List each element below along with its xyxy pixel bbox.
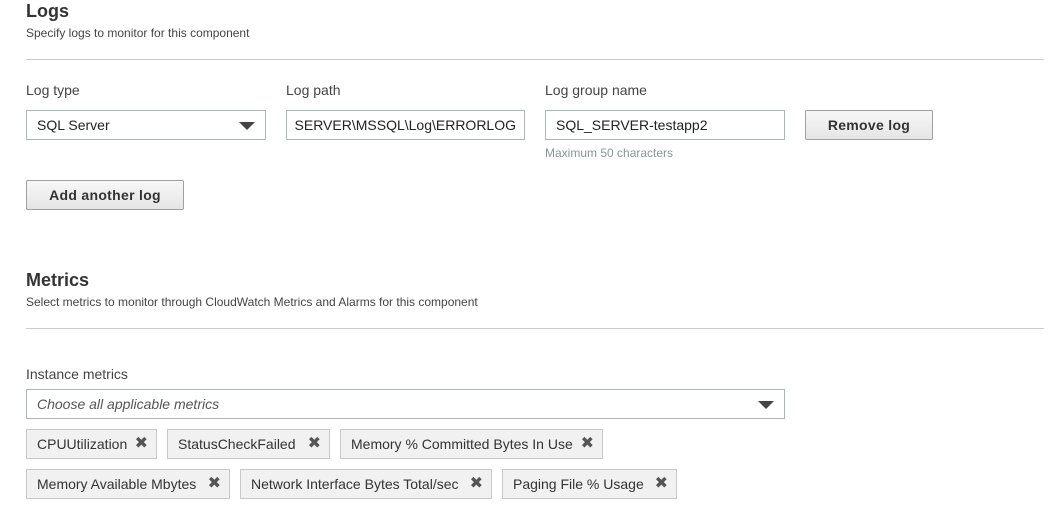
log-group-name-input[interactable]: SQL_SERVER-testapp2 xyxy=(545,110,785,140)
log-path-input[interactable]: SERVER\MSSQL\Log\ERRORLOG xyxy=(286,110,525,140)
log-group-name-value: SQL_SERVER-testapp2 xyxy=(556,117,708,133)
log-type-select[interactable]: SQL Server xyxy=(26,110,266,140)
metrics-section-title: Metrics xyxy=(26,270,90,290)
metric-token: StatusCheckFailed ✖ xyxy=(167,429,330,459)
metric-token: Network Interface Bytes Total/sec ✖ xyxy=(240,469,492,499)
logs-section-description: Specify logs to monitor for this compone… xyxy=(26,26,250,40)
metrics-section-description: Select metrics to monitor through CloudW… xyxy=(26,295,478,309)
remove-token-icon[interactable]: ✖ xyxy=(308,430,321,458)
log-path-label: Log path xyxy=(286,82,341,98)
instance-metrics-placeholder: Choose all applicable metrics xyxy=(37,396,220,412)
logs-section-title: Logs xyxy=(26,1,69,21)
remove-token-icon[interactable]: ✖ xyxy=(208,470,221,498)
metric-token: CPUUtilization ✖ xyxy=(26,429,157,459)
remove-token-icon[interactable]: ✖ xyxy=(470,470,483,498)
log-type-value: SQL Server xyxy=(37,117,110,133)
metrics-divider xyxy=(26,328,1044,329)
log-group-name-hint: Maximum 50 characters xyxy=(545,146,674,160)
metric-token-label: CPUUtilization xyxy=(37,436,128,452)
log-type-label: Log type xyxy=(26,82,80,98)
log-path-value: SERVER\MSSQL\Log\ERRORLOG xyxy=(294,117,516,133)
metric-token-label: Paging File % Usage xyxy=(513,476,644,492)
metric-token: Paging File % Usage ✖ xyxy=(502,469,677,499)
logs-divider xyxy=(26,59,1044,60)
chevron-down-icon xyxy=(239,122,255,130)
log-group-name-label: Log group name xyxy=(545,82,647,98)
metric-token: Memory % Committed Bytes In Use ✖ xyxy=(340,429,603,459)
metric-token-label: Memory % Committed Bytes In Use xyxy=(351,436,573,452)
instance-metrics-select[interactable]: Choose all applicable metrics xyxy=(26,389,785,419)
chevron-down-icon xyxy=(758,401,774,409)
metric-token-label: Network Interface Bytes Total/sec xyxy=(251,476,459,492)
remove-log-button[interactable]: Remove log xyxy=(805,110,933,140)
add-another-log-button[interactable]: Add another log xyxy=(26,180,184,210)
remove-token-icon[interactable]: ✖ xyxy=(581,430,594,458)
metric-token-label: StatusCheckFailed xyxy=(178,436,296,452)
metric-token-label: Memory Available Mbytes xyxy=(37,476,197,492)
remove-token-icon[interactable]: ✖ xyxy=(135,430,148,458)
metric-token: Memory Available Mbytes ✖ xyxy=(26,469,230,499)
instance-metrics-label: Instance metrics xyxy=(26,366,128,382)
remove-token-icon[interactable]: ✖ xyxy=(655,470,668,498)
